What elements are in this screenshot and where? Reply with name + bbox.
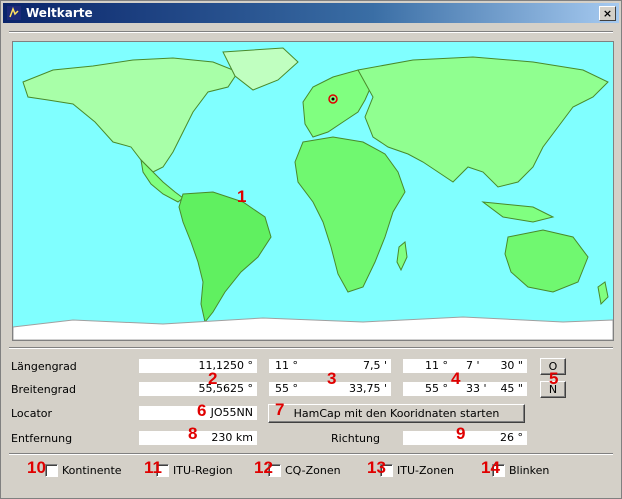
annotation-7: 7 [275,400,285,419]
window-title: Weltkarte [26,6,93,20]
annotation-6: 6 [197,401,207,420]
itu-region-label: ITU-Region [173,464,233,477]
laengengrad-label: Längengrad [11,360,77,373]
locator-label: Locator [11,407,53,420]
laengengrad-dms-field[interactable]: 11 ° 7 ' 30 " [403,359,527,373]
annotation-1: 1 [237,187,247,206]
annotation-8: 8 [188,424,198,443]
hamcap-start-button[interactable]: HamCap mit den Kooridnaten starten [268,404,525,423]
breitengrad-dms-field[interactable]: 55 ° 33 ' 45 " [403,382,527,396]
world-map-graphic[interactable] [13,42,613,340]
entfernung-field[interactable]: 230 km [139,431,257,445]
close-button[interactable]: × [599,6,616,21]
entfernung-label: Entfernung [11,432,73,445]
world-map[interactable]: 1 [12,41,614,341]
annotation-3: 3 [327,369,337,388]
annotation-4: 4 [451,369,461,388]
weltkarte-window: Weltkarte × 1 Längengrad 11,1250 ° 11 ° … [0,0,622,499]
cq-zonen-label: CQ-Zonen [285,464,341,477]
laengengrad-decimal-field[interactable]: 11,1250 ° [139,359,257,373]
kontinente-checkbox[interactable] [45,464,58,477]
annotation-12: 12 [254,458,273,477]
annotation-2: 2 [208,369,218,388]
annotation-9: 9 [456,424,466,443]
annotation-5: 5 [549,369,559,388]
annotation-14: 14 [481,458,500,477]
richtung-label: Richtung [331,432,380,445]
kontinente-label: Kontinente [62,464,122,477]
breitengrad-decimal-field[interactable]: 55,5625 ° [139,382,257,396]
blinken-label: Blinken [509,464,550,477]
title-bar[interactable]: Weltkarte × [3,3,619,23]
separator-top [9,31,613,33]
annotation-11: 11 [144,458,162,477]
breitengrad-label: Breitengrad [11,383,76,396]
itu-zonen-label: ITU-Zonen [397,464,454,477]
separator-bottom [9,453,613,455]
app-icon [7,6,21,20]
annotation-10: 10 [27,458,46,477]
separator-middle [9,347,613,349]
annotation-13: 13 [367,458,386,477]
